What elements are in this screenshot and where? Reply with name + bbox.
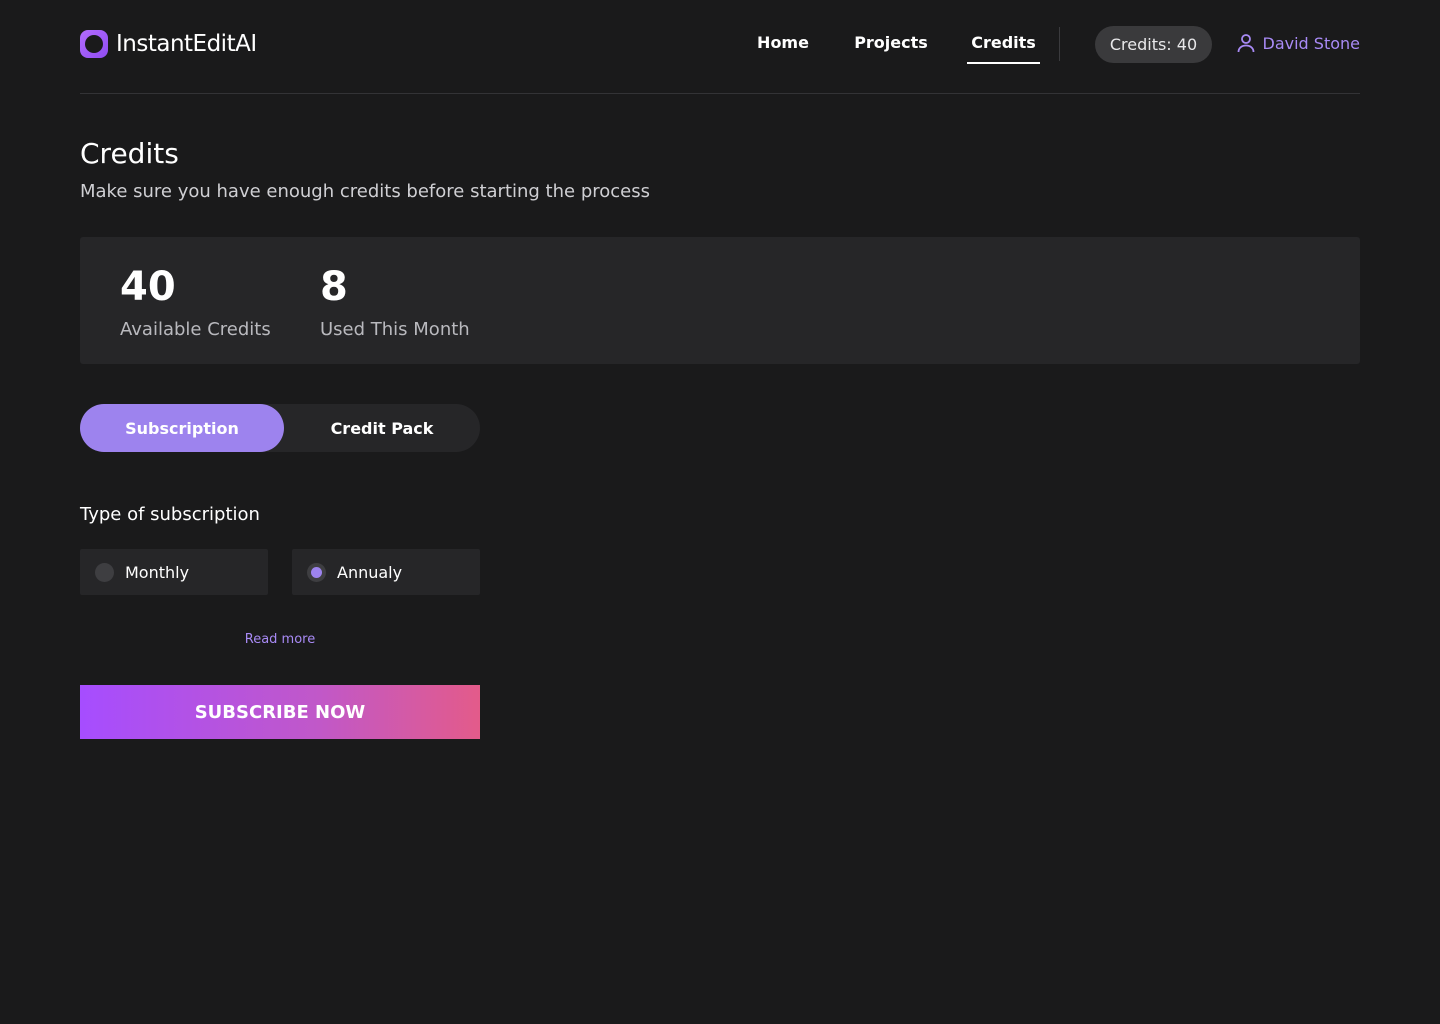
annually-option[interactable]: Annualy [292,549,480,595]
credits-balance-badge: Credits: 40 [1095,26,1212,63]
page-subtitle: Make sure you have enough credits before… [80,181,650,202]
annually-radio[interactable] [307,562,326,582]
nav-home-link[interactable]: Home [752,33,814,52]
top-navigation-bar: InstantEditAI Home Projects Credits Cred… [80,0,1360,94]
brand-logo[interactable]: InstantEditAI [80,30,257,58]
available-credits-stat: 40 Available Credits [120,263,271,340]
user-menu[interactable]: David Stone [1237,33,1360,53]
read-more-link[interactable]: Read more [80,632,480,647]
nav-divider [1059,27,1060,61]
user-icon [1237,34,1254,53]
monthly-radio[interactable] [95,562,114,582]
used-this-month-stat: 8 Used This Month [320,263,470,340]
logo-icon [80,30,108,58]
page-title: Credits [80,137,179,170]
nav-projects-link[interactable]: Projects [854,33,928,52]
tab-credit-pack[interactable]: Credit Pack [284,404,480,452]
nav-credits-link[interactable]: Credits [967,33,1040,64]
monthly-option[interactable]: Monthly [80,549,268,595]
available-credits-value: 40 [120,264,176,310]
used-this-month-label: Used This Month [320,319,470,340]
annually-option-label: Annualy [337,562,403,582]
tab-subscription[interactable]: Subscription [80,404,284,452]
subscription-type-label: Type of subscription [80,504,260,525]
monthly-option-label: Monthly [125,562,190,582]
subscribe-now-button[interactable]: SUBSCRIBE NOW [80,685,480,739]
available-credits-label: Available Credits [120,319,271,340]
purchase-type-toggle: Subscription Credit Pack [80,404,480,452]
credits-stats-card: 40 Available Credits 8 Used This Month [80,237,1360,364]
used-this-month-value: 8 [320,264,348,310]
user-name: David Stone [1262,33,1360,53]
brand-name: InstantEditAI [116,31,257,57]
